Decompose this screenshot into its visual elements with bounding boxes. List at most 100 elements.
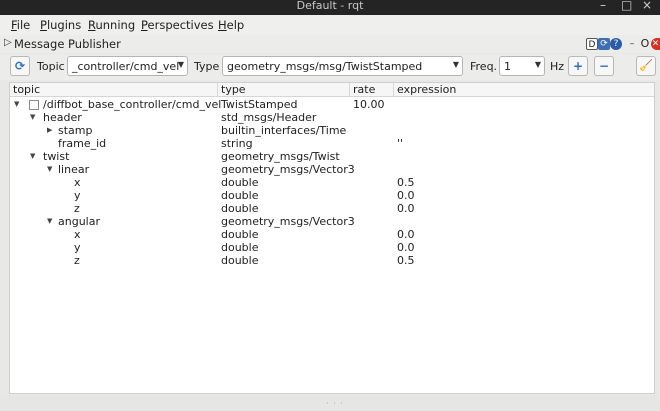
row-expression[interactable]: 0.0 xyxy=(397,202,415,215)
row-topic: header xyxy=(43,111,82,124)
row-expression[interactable]: 0.0 xyxy=(397,228,415,241)
plugin-title-bar: ▷ Message Publisher D ⟳ ? – O ✕ xyxy=(0,35,660,53)
expand-arrow-icon[interactable]: ▼ xyxy=(30,150,35,163)
chevron-down-icon: ▼ xyxy=(452,60,459,69)
row-expression[interactable]: 0.0 xyxy=(397,241,415,254)
remove-publisher-button[interactable]: − xyxy=(594,56,614,76)
tree-row[interactable]: ▼ linear geometry_msgs/Vector3 xyxy=(10,163,654,176)
freq-value: 1 xyxy=(504,60,511,73)
row-type: double xyxy=(221,241,259,254)
row-type: geometry_msgs/Twist xyxy=(221,150,340,163)
tree-row[interactable]: y double 0.0 xyxy=(10,241,654,254)
row-type: geometry_msgs/Vector3 xyxy=(221,163,355,176)
row-type: builtin_interfaces/Time xyxy=(221,124,347,137)
row-topic: twist xyxy=(43,150,70,163)
collapse-triangle-icon[interactable]: ▷ xyxy=(4,37,12,48)
row-type: TwistStamped xyxy=(221,98,298,111)
row-topic: x xyxy=(74,176,81,189)
topic-value: _controller/cmd_vel xyxy=(72,60,180,73)
topic-combobox[interactable]: _controller/cmd_vel ▼ xyxy=(67,56,188,76)
row-topic: x xyxy=(74,228,81,241)
hz-label: Hz xyxy=(550,60,565,73)
dock-icon[interactable]: D xyxy=(586,38,598,50)
expand-arrow-icon[interactable]: ▼ xyxy=(47,163,52,176)
row-topic: frame_id xyxy=(58,137,107,150)
row-rate[interactable]: 10.00 xyxy=(353,98,385,111)
row-type: double xyxy=(221,228,259,241)
menu-help[interactable]: Help xyxy=(218,18,244,32)
minimize-plugin-icon[interactable]: – xyxy=(626,38,638,50)
topic-label: Topic xyxy=(37,60,65,73)
type-label: Type xyxy=(194,60,220,73)
type-combobox[interactable]: geometry_msgs/msg/TwistStamped ▼ xyxy=(222,56,463,76)
row-expression[interactable]: 0.5 xyxy=(397,254,415,267)
grip-dots: · · · xyxy=(326,399,344,408)
column-header-topic[interactable]: topic xyxy=(10,83,218,97)
menu-file[interactable]: File xyxy=(11,18,30,32)
plugin-name: Message Publisher xyxy=(14,37,121,51)
expand-arrow-icon[interactable]: ▼ xyxy=(14,98,19,111)
row-type: double xyxy=(221,202,259,215)
float-icon[interactable]: O xyxy=(639,38,651,50)
type-value: geometry_msgs/msg/TwistStamped xyxy=(227,60,423,73)
row-topic: linear xyxy=(58,163,90,176)
menu-running[interactable]: Running xyxy=(88,18,135,32)
tree-row[interactable]: ▶ stamp builtin_interfaces/Time xyxy=(10,124,654,137)
expand-arrow-icon[interactable]: ▼ xyxy=(30,111,35,124)
tree-row[interactable]: z double 0.5 xyxy=(10,254,654,267)
add-publisher-button[interactable]: + xyxy=(568,56,588,76)
tree-row[interactable]: ▼ header std_msgs/Header xyxy=(10,111,654,124)
tree-row[interactable]: x double 0.5 xyxy=(10,176,654,189)
tree-row[interactable]: z double 0.0 xyxy=(10,202,654,215)
publisher-toolbar: ⟳ Topic _controller/cmd_vel ▼ Type geome… xyxy=(0,54,660,80)
column-header-rate[interactable]: rate xyxy=(350,83,394,97)
expand-arrow-icon[interactable]: ▶ xyxy=(47,124,52,137)
row-topic: angular xyxy=(58,215,100,228)
bottom-resize-grip[interactable]: · · · xyxy=(0,396,660,411)
row-type: double xyxy=(221,176,259,189)
row-topic: /diffbot_base_controller/cmd_vel xyxy=(43,98,222,111)
row-type: string xyxy=(221,137,253,150)
row-type: double xyxy=(221,254,259,267)
row-type: double xyxy=(221,189,259,202)
tree-row[interactable]: ▼ /diffbot_base_controller/cmd_vel Twist… xyxy=(10,98,654,111)
expand-arrow-icon[interactable]: ▼ xyxy=(47,215,52,228)
row-topic: z xyxy=(74,202,80,215)
menu-plugins[interactable]: Plugins xyxy=(40,18,81,32)
window-titlebar: Default - rqt – □ × xyxy=(0,0,660,15)
row-expression[interactable]: 0.0 xyxy=(397,189,415,202)
refresh-topics-button[interactable]: ⟳ xyxy=(10,56,30,76)
row-type: std_msgs/Header xyxy=(221,111,317,124)
tree-row[interactable]: ▼ twist geometry_msgs/Twist xyxy=(10,150,654,163)
freq-label: Freq. xyxy=(470,60,498,73)
row-topic: y xyxy=(74,241,81,254)
reload-icon[interactable]: ⟳ xyxy=(598,38,610,50)
row-expression[interactable]: '' xyxy=(397,137,403,150)
tree-row[interactable]: frame_id string '' xyxy=(10,137,654,150)
clean-broom-icon[interactable]: 🧹 xyxy=(636,56,656,76)
tree-header: topic type rate expression xyxy=(10,83,654,97)
row-topic: stamp xyxy=(58,124,93,137)
maximize-icon[interactable]: □ xyxy=(621,0,632,12)
row-type: geometry_msgs/Vector3 xyxy=(221,215,355,228)
menu-bar: File Plugins Running Perspectives Help xyxy=(0,15,660,35)
close-window-icon[interactable]: × xyxy=(642,0,652,12)
publisher-tree[interactable]: topic type rate expression ▼ /diffbot_ba… xyxy=(9,82,655,394)
help-icon[interactable]: ? xyxy=(610,38,622,50)
chevron-down-icon: ▼ xyxy=(177,60,184,69)
window-title: Default - rqt xyxy=(296,0,364,12)
column-header-expression[interactable]: expression xyxy=(394,83,654,97)
column-header-type[interactable]: type xyxy=(218,83,350,97)
row-expression[interactable]: 0.5 xyxy=(397,176,415,189)
close-plugin-icon[interactable]: ✕ xyxy=(651,38,660,50)
minimize-icon[interactable]: – xyxy=(600,0,606,12)
tree-row[interactable]: ▼ angular geometry_msgs/Vector3 xyxy=(10,215,654,228)
menu-perspectives[interactable]: Perspectives xyxy=(141,18,214,32)
freq-combobox[interactable]: 1 ▼ xyxy=(499,56,545,76)
chevron-down-icon: ▼ xyxy=(534,60,541,69)
tree-row[interactable]: x double 0.0 xyxy=(10,228,654,241)
tree-row[interactable]: y double 0.0 xyxy=(10,189,654,202)
row-topic: y xyxy=(74,189,81,202)
publish-checkbox[interactable] xyxy=(29,100,39,110)
row-topic: z xyxy=(74,254,80,267)
